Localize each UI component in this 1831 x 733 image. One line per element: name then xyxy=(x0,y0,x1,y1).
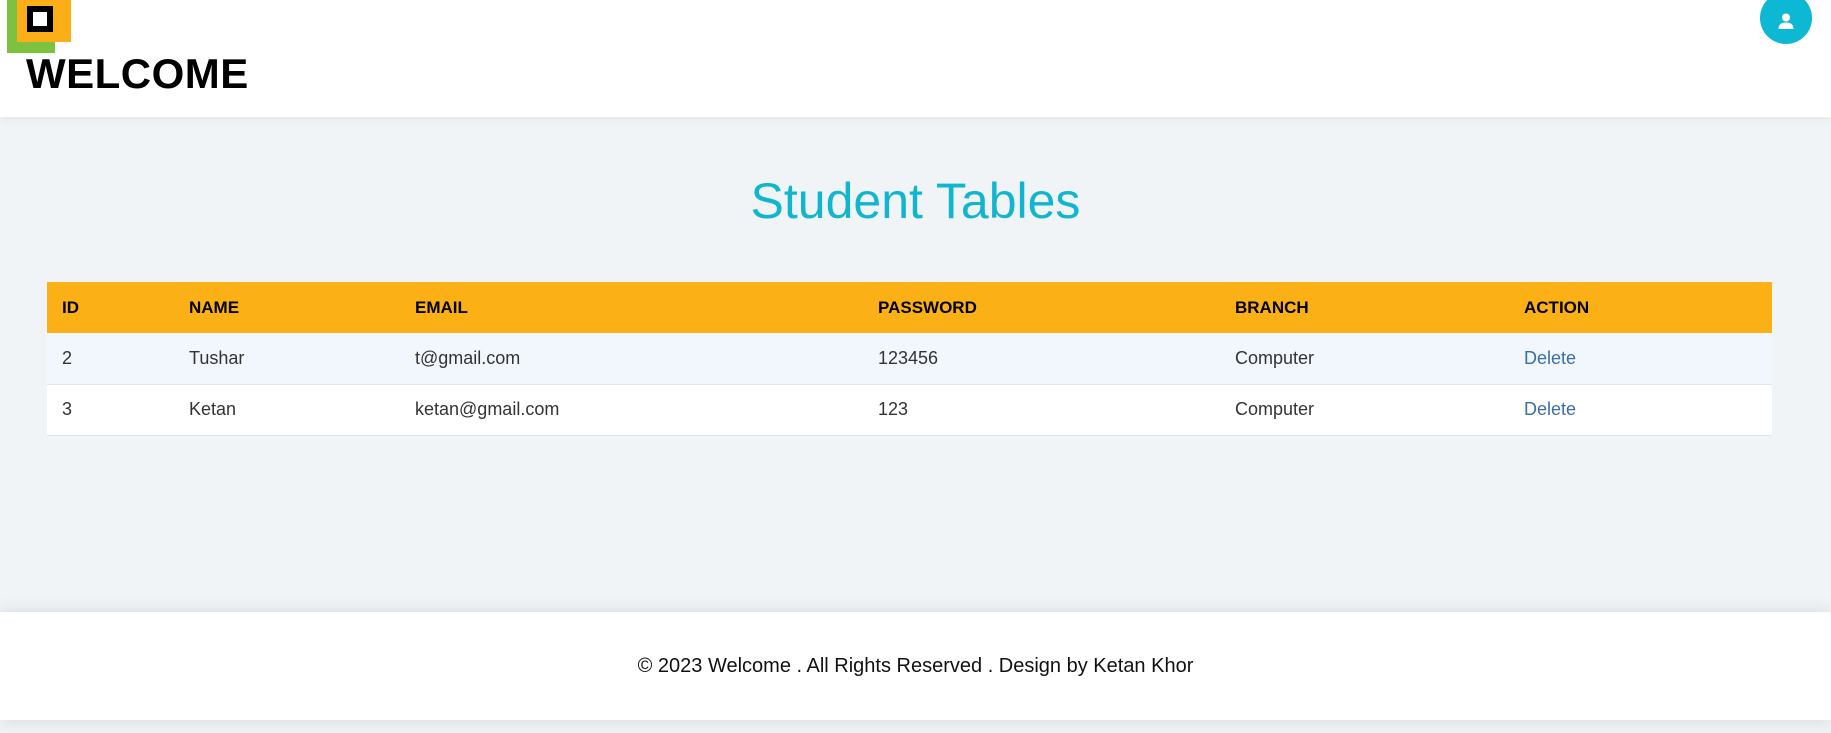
cell-name: Tushar xyxy=(189,347,245,368)
footer-text: © 2023 Welcome . All Rights Reserved . D… xyxy=(637,655,1194,677)
cell-action: Delete xyxy=(1509,384,1772,435)
column-header-email: EMAIL xyxy=(415,297,468,317)
user-icon xyxy=(1778,13,1794,29)
user-profile-button[interactable] xyxy=(1760,0,1812,44)
cell-id: 2 xyxy=(62,347,73,368)
cell-branch: Computer xyxy=(1235,347,1315,368)
table-header-row: ID NAME EMAIL PASSWORD BRANCH ACTION xyxy=(47,282,1772,333)
cell-password: 123456 xyxy=(878,347,939,368)
cell-email: ketan@gmail.com xyxy=(415,399,560,419)
delete-link[interactable]: Delete xyxy=(1524,399,1576,419)
cell-password: 123 xyxy=(878,399,909,419)
page-title: Student Tables xyxy=(750,173,1081,229)
cell-branch: Computer xyxy=(1235,399,1315,419)
site-header: WELCOME xyxy=(0,0,1831,117)
student-table: ID NAME EMAIL PASSWORD BRANCH ACTION 2 T… xyxy=(47,282,1772,436)
brand-title: WELCOME xyxy=(26,50,249,97)
cell-action: Delete xyxy=(1509,333,1772,384)
column-header-name: NAME xyxy=(189,297,240,317)
column-header-branch: BRANCH xyxy=(1235,297,1309,317)
table-row: 2 Tushar t@gmail.com 123456 Computer Del… xyxy=(47,333,1772,384)
cell-name: Ketan xyxy=(189,399,237,419)
logo[interactable] xyxy=(7,0,71,53)
cell-email: t@gmail.com xyxy=(415,347,521,368)
column-header-password: PASSWORD xyxy=(878,297,977,317)
table-row: 3 Ketan ketan@gmail.com 123 Computer Del… xyxy=(47,384,1772,435)
logo-white-square xyxy=(33,12,47,26)
column-header-action: ACTION xyxy=(1524,297,1590,317)
cell-id: 3 xyxy=(62,399,73,419)
site-footer: © 2023 Welcome . All Rights Reserved . D… xyxy=(0,612,1831,720)
column-header-id: ID xyxy=(62,297,79,317)
delete-link[interactable]: Delete xyxy=(1524,348,1576,368)
